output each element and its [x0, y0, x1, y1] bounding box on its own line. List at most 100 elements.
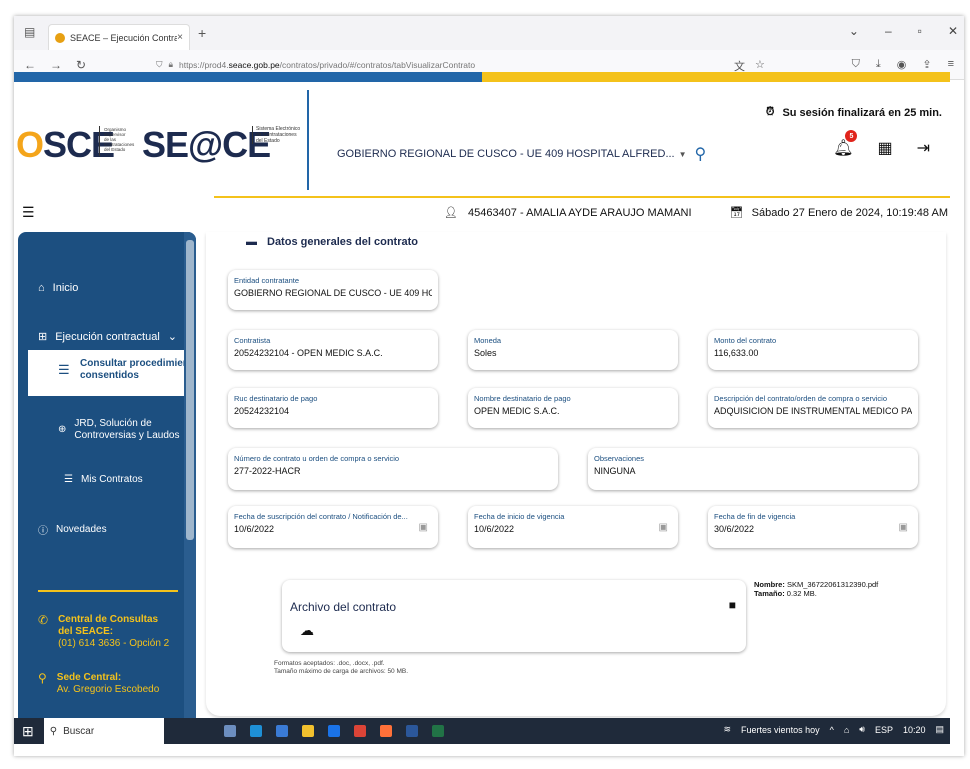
- file-info: Nombre: SKM_36722061312390.pdf Tamaño: 0…: [754, 580, 879, 598]
- menu-icon[interactable]: ≡: [948, 58, 954, 71]
- extensions-icon[interactable]: ⇪: [922, 58, 931, 71]
- sidebar-item-mis-contratos[interactable]: ☰ Mis Contratos: [64, 474, 143, 485]
- windows-start-icon[interactable]: ⊞: [22, 723, 34, 740]
- sitemap-icon: ⊞: [38, 331, 48, 343]
- cloud-upload-icon[interactable]: ☁: [300, 622, 314, 639]
- store-icon[interactable]: [275, 725, 288, 737]
- field-nombre-destinatario[interactable]: Nombre destinatario de pago OPEN MEDIC S.…: [468, 388, 678, 428]
- entity-selector[interactable]: GOBIERNO REGIONAL DE CUSCO - UE 409 HOSP…: [337, 144, 706, 164]
- calendar-icon[interactable]: ▣: [419, 522, 428, 533]
- taskbar-search[interactable]: ⚲ Buscar: [43, 718, 164, 744]
- list-icon: ▬: [246, 236, 257, 248]
- edge-icon[interactable]: [249, 725, 262, 737]
- network-icon[interactable]: ⌂: [844, 725, 849, 735]
- chevron-down-icon[interactable]: ⌄: [849, 24, 859, 38]
- mail-icon[interactable]: [327, 725, 340, 737]
- field-fecha-suscripcion[interactable]: Fecha de suscripción del contrato / Noti…: [228, 506, 438, 548]
- logout-icon[interactable]: ⇥: [917, 138, 930, 158]
- info-icon: ⓘ: [38, 526, 48, 537]
- location-pin-icon: ⚲: [38, 671, 47, 685]
- sidebar-scrollbar[interactable]: [184, 232, 196, 718]
- forward-button[interactable]: →: [50, 58, 62, 72]
- file-name[interactable]: SKM_36722061312390.pdf: [787, 580, 878, 589]
- clock[interactable]: 10:20: [903, 725, 926, 735]
- field-monto[interactable]: Monto del contrato 116,633.00: [708, 330, 918, 370]
- sidebar-item-consultar[interactable]: ☰ Consultar procedimient consentidos: [28, 350, 192, 396]
- window-controls: ⌄ – ▫ ✕: [849, 24, 958, 38]
- reload-button[interactable]: ↻: [76, 58, 86, 72]
- session-timer: ⏰︎ Su sesión finalizará en 25 min.: [766, 106, 942, 119]
- account-icon[interactable]: ◉: [897, 58, 907, 71]
- list-icon: ☰: [64, 474, 73, 485]
- list-icon: ☰: [58, 362, 70, 377]
- site-header: OSCE Organismo Supervisor de las Contrat…: [14, 84, 950, 198]
- hamburger-menu-icon[interactable]: ☰: [22, 204, 35, 221]
- minimize-button[interactable]: –: [885, 24, 892, 38]
- task-view-icon[interactable]: [223, 725, 236, 737]
- tab-close-icon[interactable]: ×: [177, 32, 183, 43]
- archivo-title: Archivo del contrato: [290, 600, 397, 614]
- sidebar-item-inicio[interactable]: ⌂ Inicio: [38, 282, 78, 294]
- phone-icon: ✆: [38, 613, 49, 627]
- contact-central: ✆ Central de Consultas del SEACE: (01) 614…: [38, 613, 170, 649]
- notification-badge: 5: [845, 130, 858, 142]
- download-icon[interactable]: ⤓: [876, 58, 881, 71]
- weather-text[interactable]: Fuertes vientos hoy: [741, 725, 820, 735]
- search-icon[interactable]: ⚲: [695, 144, 707, 164]
- pocket-icon[interactable]: ⛉: [852, 58, 860, 71]
- close-window-button[interactable]: ✕: [948, 24, 958, 38]
- field-descripcion[interactable]: Descripción del contrato/orden de compra…: [708, 388, 918, 428]
- field-fecha-inicio[interactable]: Fecha de inicio de vigencia 10/6/2022 ▣: [468, 506, 678, 548]
- color-stripe: [14, 72, 950, 82]
- calendar-icon: 📅︎: [729, 207, 744, 219]
- calendar-icon[interactable]: ▣: [659, 522, 668, 533]
- user-icon: 👤︎: [444, 207, 458, 219]
- new-tab-button[interactable]: +: [198, 25, 206, 41]
- word-icon[interactable]: [405, 725, 418, 737]
- sidebar: ⌂ Inicio ⊞ Ejecución contractual ⌄ ☰ Consul…: [18, 232, 196, 718]
- excel-icon[interactable]: [431, 725, 444, 737]
- field-observaciones[interactable]: Observaciones NINGUNA: [588, 448, 918, 490]
- osce-subtitle: Organismo Supervisor de las Contratacion…: [104, 127, 135, 152]
- bell-icon: 🔔︎: [833, 140, 854, 157]
- lock-icon[interactable]: 🔒︎: [168, 59, 173, 70]
- seace-logo[interactable]: SE@CE: [142, 124, 271, 166]
- firefox-icon[interactable]: [379, 725, 392, 737]
- browser-tab[interactable]: SEACE – Ejecución Contractual ×: [48, 24, 190, 50]
- notification-center-icon[interactable]: ▤: [935, 724, 944, 735]
- sidebar-item-ejecucion[interactable]: ⊞ Ejecución contractual ⌄: [38, 330, 177, 344]
- notifications-button[interactable]: 🔔︎ 5: [833, 130, 858, 158]
- field-numero-contrato[interactable]: Número de contrato u orden de compra o s…: [228, 448, 558, 490]
- field-ruc[interactable]: Ruc destinatario de pago 20524232104: [228, 388, 438, 428]
- field-entidad[interactable]: Entidad contratante GOBIERNO REGIONAL DE …: [228, 270, 438, 310]
- field-fecha-fin[interactable]: Fecha de fin de vigencia 30/6/2022 ▣: [708, 506, 918, 548]
- caret-down-icon[interactable]: ▼: [679, 150, 687, 159]
- add-document-icon: ⊕: [58, 424, 67, 435]
- sidebar-item-jrd[interactable]: ⊕ JRD, Solución de Controversias y Laudos: [58, 418, 179, 442]
- shield-icon[interactable]: ⛉: [156, 59, 162, 70]
- field-contratista[interactable]: Contratista 20524232104 - OPEN MEDIC S.A.…: [228, 330, 438, 370]
- current-date: Sábado 27 Enero de 2024, 10:19:48 AM: [751, 206, 948, 219]
- apps-grid-icon[interactable]: ▦: [877, 138, 892, 158]
- file-explorer-icon[interactable]: [301, 725, 314, 737]
- section-title: ▬ Datos generales del contrato: [246, 236, 418, 248]
- volume-icon[interactable]: 🔊︎: [859, 724, 865, 735]
- language-indicator[interactable]: ESP: [875, 725, 893, 735]
- taskbar: ⊞ ⚲ Buscar ≋ Fuertes vientos hoy ^ ⌂ 🔊︎ E…: [14, 718, 950, 744]
- search-icon: ⚲: [49, 725, 58, 737]
- chrome-icon[interactable]: [353, 725, 366, 737]
- calendar-icon[interactable]: ▣: [899, 522, 908, 533]
- home-icon: ⌂: [38, 282, 45, 294]
- folder-icon[interactable]: ■: [729, 598, 736, 612]
- formats-note: Formatos aceptados: .doc, .docx, .pdf. T…: [274, 660, 409, 675]
- tab-list-icon[interactable]: ▤: [24, 25, 35, 39]
- url-field[interactable]: ⛉ 🔒︎ https://prod4.seace.gob.pe/contrato…: [156, 59, 475, 70]
- restore-button[interactable]: ▫: [918, 24, 922, 38]
- alarm-clock-icon: ⏰︎: [765, 106, 775, 118]
- tray-chevron-icon[interactable]: ^: [830, 725, 834, 735]
- seace-favicon-icon: [55, 32, 65, 43]
- weather-icon[interactable]: ≋: [724, 724, 732, 735]
- back-button[interactable]: ←: [24, 58, 36, 72]
- sidebar-item-novedades[interactable]: ⓘ Novedades: [38, 522, 107, 537]
- field-moneda[interactable]: Moneda Soles: [468, 330, 678, 370]
